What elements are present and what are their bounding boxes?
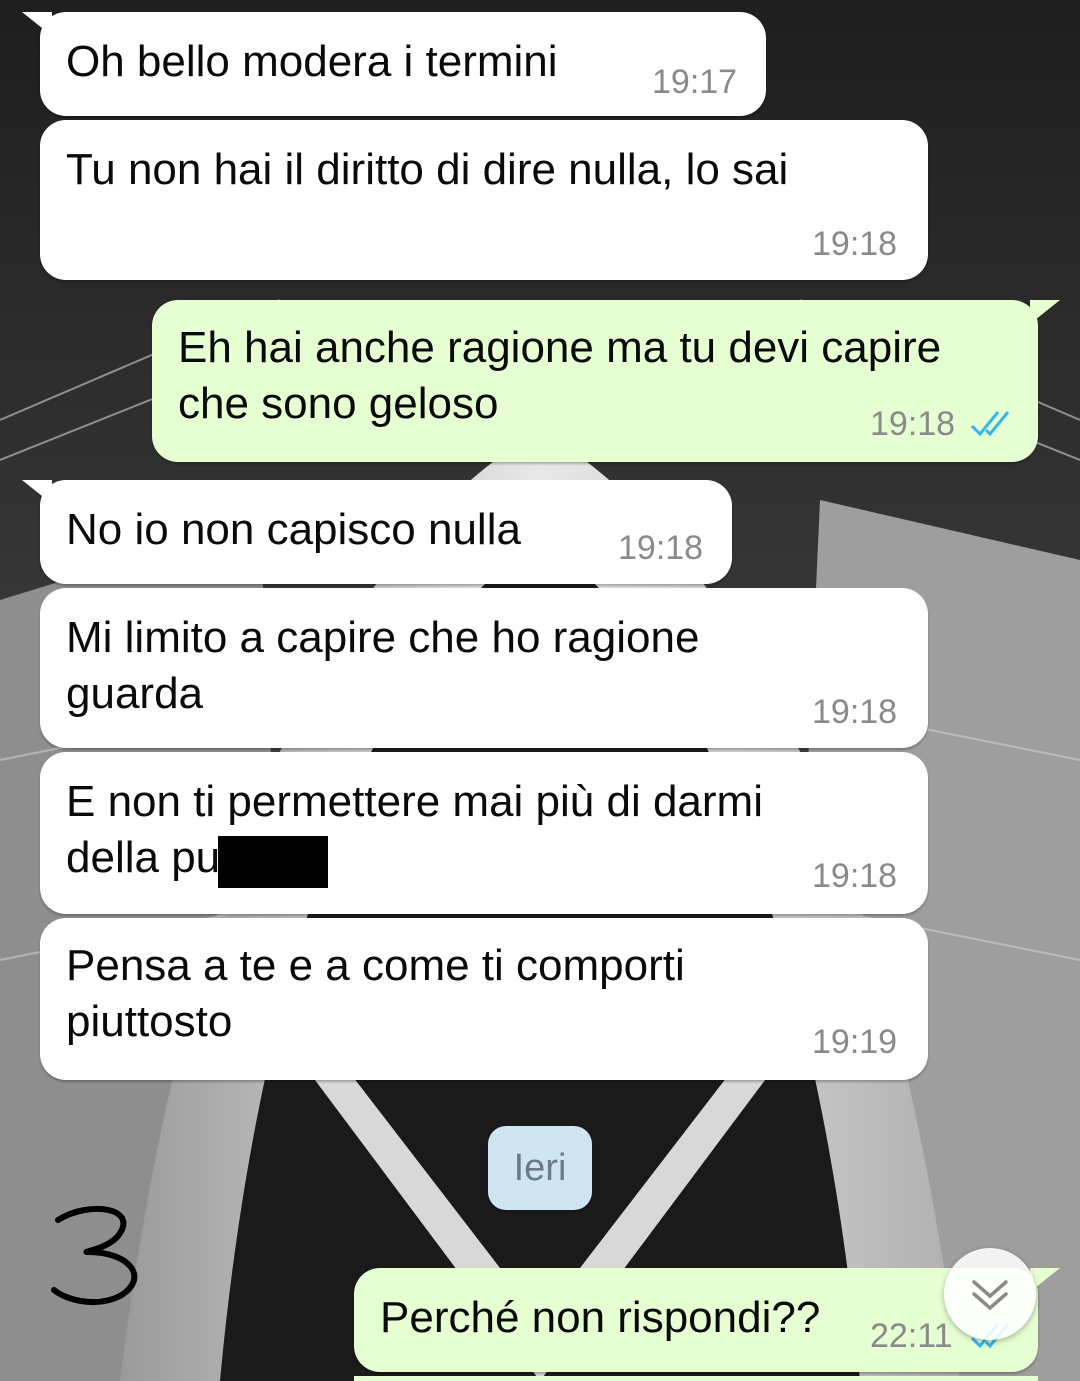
- message-time: 19:18: [812, 693, 898, 731]
- bubble-tail: [1030, 300, 1060, 324]
- message-text: Mi limito a capire che ho ragione guarda: [66, 613, 700, 718]
- message-time: 19:18: [812, 225, 898, 263]
- message-bubble-incoming[interactable]: Mi limito a capire che ho ragione guarda…: [40, 588, 928, 748]
- chevron-double-down-icon: [972, 1280, 1008, 1311]
- message-bubble-incoming[interactable]: No io non capisco nulla 19:18: [40, 480, 732, 584]
- message-time: 19:18: [870, 405, 956, 443]
- message-text: Oh bello modera i termini: [66, 37, 558, 86]
- message-bubble-outgoing-partial[interactable]: [354, 1376, 1038, 1381]
- handwritten-number-annotation: [51, 1206, 138, 1305]
- message-bubble-incoming[interactable]: E non ti permettere mai più di darmi del…: [40, 752, 928, 914]
- message-bubble-outgoing[interactable]: Eh hai anche ragione ma tu devi capire c…: [152, 300, 1038, 462]
- message-time: 19:17: [652, 63, 738, 101]
- message-text: Tu non hai il diritto di dire nulla, lo …: [66, 145, 789, 194]
- date-separator: Ieri: [488, 1126, 592, 1210]
- message-time: 19:19: [812, 1023, 898, 1061]
- message-text: No io non capisco nulla: [66, 505, 521, 554]
- message-bubble-outgoing[interactable]: Perché non rispondi?? 22:11: [354, 1268, 1038, 1372]
- bubble-tail: [22, 480, 52, 504]
- message-bubble-incoming[interactable]: Pensa a te e a come ti comporti piuttost…: [40, 918, 928, 1080]
- message-bubble-incoming[interactable]: Tu non hai il diritto di dire nulla, lo …: [40, 120, 928, 280]
- message-text: E non ti permettere mai più di darmi del…: [66, 777, 763, 882]
- scroll-to-bottom-button[interactable]: [944, 1248, 1036, 1340]
- bubble-tail: [22, 12, 52, 36]
- message-time: 22:11: [870, 1317, 953, 1355]
- message-time: 19:18: [618, 529, 704, 567]
- double-check-icon: [970, 411, 1010, 437]
- message-text: Perché non rispondi??: [380, 1293, 821, 1342]
- message-text: Eh hai anche ragione ma tu devi capire c…: [178, 323, 942, 428]
- message-bubble-incoming[interactable]: Oh bello modera i termini 19:17: [40, 12, 766, 116]
- message-text: Pensa a te e a come ti comporti piuttost…: [66, 941, 685, 1046]
- redaction-bar: [218, 836, 328, 888]
- message-time: 19:18: [812, 857, 898, 895]
